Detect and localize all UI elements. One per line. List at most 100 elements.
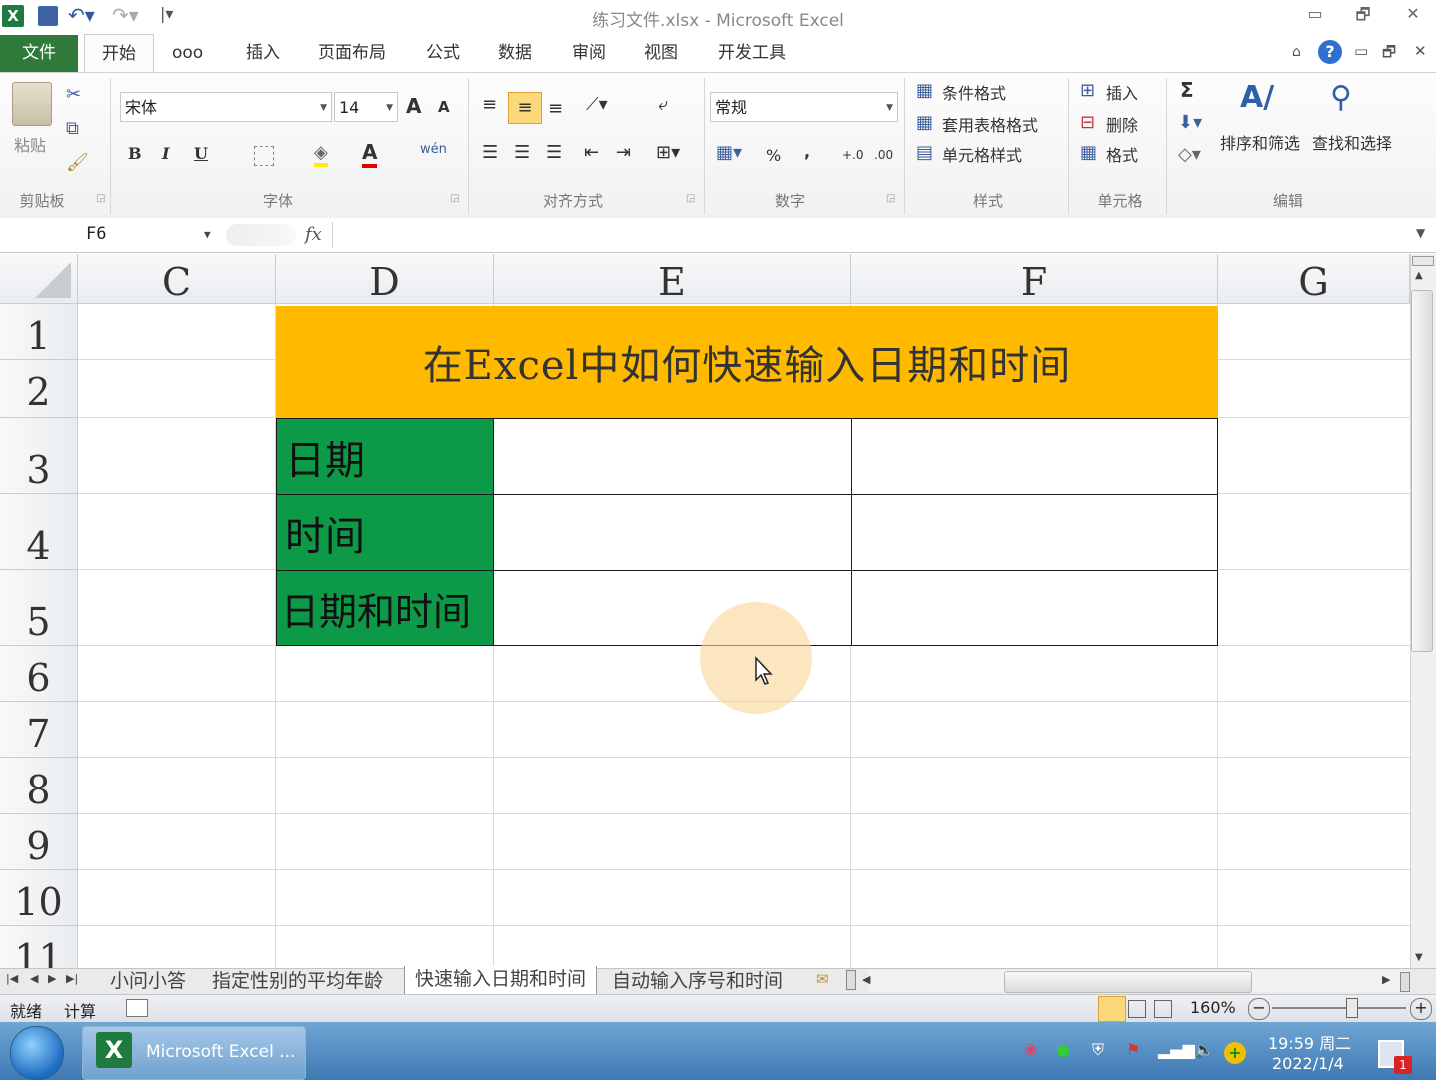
cell-e4[interactable] bbox=[493, 494, 852, 571]
align-center-icon[interactable]: ☰ bbox=[514, 142, 530, 163]
grow-font-button[interactable]: A bbox=[406, 94, 421, 118]
conditional-format-icon[interactable]: ▦ bbox=[916, 80, 933, 101]
comma-button[interactable]: , bbox=[804, 142, 810, 161]
row-header-6[interactable]: 6 bbox=[0, 646, 78, 702]
align-bottom-icon[interactable]: ≡ bbox=[548, 98, 563, 119]
row-header-10[interactable]: 10 bbox=[0, 870, 78, 926]
vertical-scroll-thumb[interactable] bbox=[1411, 290, 1433, 652]
align-middle-icon[interactable]: ≡ bbox=[508, 92, 542, 124]
prev-sheet-icon[interactable]: ◀ bbox=[30, 972, 38, 985]
network-icon[interactable]: ▂▄▆ bbox=[1158, 1040, 1195, 1059]
font-size-combo[interactable]: 14 ▼ bbox=[334, 92, 398, 122]
chevron-down-icon[interactable]: ▼ bbox=[204, 228, 211, 241]
row-header-7[interactable]: 7 bbox=[0, 702, 78, 758]
formula-input[interactable] bbox=[332, 222, 1413, 248]
column-header-c[interactable]: C bbox=[78, 254, 276, 304]
zoom-out-icon[interactable]: − bbox=[1248, 998, 1270, 1020]
sheet-tab[interactable]: 指定性别的平均年龄 bbox=[212, 968, 383, 994]
clipboard-launcher-icon[interactable]: ◲ bbox=[96, 193, 105, 204]
scroll-down-icon[interactable]: ▼ bbox=[1415, 952, 1423, 963]
time-label-cell[interactable]: 时间 bbox=[276, 494, 494, 571]
decrease-indent-icon[interactable]: ⇤ bbox=[584, 142, 599, 163]
clear-icon[interactable]: ◇▾ bbox=[1178, 144, 1201, 165]
font-name-combo[interactable]: 宋体 ▼ bbox=[120, 92, 332, 122]
new-sheet-icon[interactable]: ✉ bbox=[816, 970, 829, 988]
zoom-slider-thumb[interactable] bbox=[1346, 998, 1358, 1018]
sort-filter-icon[interactable]: A/ bbox=[1240, 80, 1274, 115]
percent-button[interactable]: % bbox=[766, 146, 781, 165]
fill-color-icon[interactable]: ◈ bbox=[314, 142, 328, 167]
last-sheet-icon[interactable]: ▶| bbox=[66, 972, 78, 985]
increase-indent-icon[interactable]: ⇥ bbox=[616, 142, 631, 163]
phonetic-button[interactable]: wén bbox=[420, 142, 447, 157]
tab-formulas[interactable]: 公式 bbox=[426, 34, 460, 72]
align-left-icon[interactable]: ☰ bbox=[482, 142, 498, 163]
decrease-decimal-button[interactable]: .00 bbox=[874, 148, 893, 162]
format-cells-icon[interactable]: ▦ bbox=[1080, 142, 1097, 163]
format-cells-button[interactable]: 格式 bbox=[1106, 142, 1138, 166]
sort-filter-button[interactable]: 排序和筛选 bbox=[1220, 130, 1300, 154]
minimize-button[interactable]: ▭ bbox=[1300, 4, 1330, 28]
row-header-1[interactable]: 1 bbox=[0, 304, 78, 360]
security-icon[interactable]: ⛨ bbox=[1092, 1040, 1104, 1060]
normal-view-icon[interactable] bbox=[1098, 996, 1126, 1022]
autosum-button[interactable]: Σ bbox=[1180, 78, 1194, 102]
font-launcher-icon[interactable]: ◲ bbox=[450, 193, 459, 204]
find-select-button[interactable]: 查找和选择 bbox=[1312, 130, 1392, 154]
clock-date[interactable]: 2022/1/4 bbox=[1272, 1054, 1344, 1073]
tab-split-icon[interactable] bbox=[846, 970, 856, 990]
restore-button[interactable]: 🗗 bbox=[1348, 4, 1378, 28]
alignment-launcher-icon[interactable]: ◲ bbox=[686, 193, 695, 204]
next-sheet-icon[interactable]: ▶ bbox=[48, 972, 56, 985]
name-box[interactable]: F6 ▼ bbox=[0, 222, 218, 250]
horizontal-scroll-thumb[interactable] bbox=[1004, 971, 1252, 993]
tab-file[interactable]: 文件 bbox=[0, 35, 78, 72]
sheet-tab[interactable]: 小问小答 bbox=[110, 968, 186, 994]
number-launcher-icon[interactable]: ◲ bbox=[886, 193, 895, 204]
text-orientation-icon[interactable]: ⟋▾ bbox=[586, 94, 608, 115]
sheet-tab-active[interactable]: 快速输入日期和时间 bbox=[404, 966, 598, 994]
cell-styles-button[interactable]: 单元格样式 bbox=[942, 142, 1022, 166]
paste-button-label[interactable]: 粘贴 bbox=[14, 132, 46, 156]
workbook-minimize-icon[interactable]: ▭ bbox=[1354, 42, 1368, 60]
number-format-combo[interactable]: 常规 ▼ bbox=[710, 92, 898, 122]
tab-home[interactable]: 开始 bbox=[84, 34, 154, 74]
start-button[interactable] bbox=[10, 1026, 64, 1080]
align-right-icon[interactable]: ☰ bbox=[546, 142, 562, 163]
sheet-tab[interactable]: 自动输入序号和时间 bbox=[612, 968, 783, 994]
italic-button[interactable]: I bbox=[162, 144, 169, 163]
zoom-in-icon[interactable]: + bbox=[1410, 998, 1432, 1020]
split-box-icon[interactable] bbox=[1412, 256, 1434, 266]
wechat-icon[interactable]: ● bbox=[1056, 1040, 1070, 1059]
row-header-4[interactable]: 4 bbox=[0, 494, 78, 570]
delete-cells-button[interactable]: 删除 bbox=[1106, 112, 1138, 136]
cell-styles-icon[interactable]: ▤ bbox=[916, 142, 933, 163]
tab-insert[interactable]: 插入 bbox=[246, 34, 280, 72]
table-format-icon[interactable]: ▦ bbox=[916, 112, 933, 133]
tab-ooo[interactable]: ooo bbox=[172, 34, 203, 72]
wrap-text-icon[interactable]: ⤶ bbox=[658, 94, 668, 115]
clock-time[interactable]: 19:59 周二 bbox=[1268, 1030, 1351, 1054]
status-calculate[interactable]: 计算 bbox=[64, 998, 96, 1022]
workbook-restore-icon[interactable]: 🗗 bbox=[1382, 42, 1396, 67]
format-painter-icon[interactable]: 🖌 bbox=[66, 152, 89, 173]
cut-icon[interactable]: ✂ bbox=[66, 84, 81, 105]
increase-decimal-button[interactable]: +.0 bbox=[842, 148, 864, 162]
volume-icon[interactable]: 🔈 bbox=[1194, 1040, 1214, 1059]
cell-f3[interactable] bbox=[851, 418, 1218, 495]
table-format-button[interactable]: 套用表格格式 bbox=[942, 112, 1038, 136]
accounting-format-icon[interactable]: ▦▾ bbox=[716, 142, 742, 163]
row-header-3[interactable]: 3 bbox=[0, 418, 78, 494]
page-break-view-icon[interactable] bbox=[1154, 1000, 1172, 1018]
tray-app-icon[interactable]: ❀ bbox=[1024, 1040, 1037, 1059]
workbook-close-icon[interactable]: ✕ bbox=[1414, 42, 1427, 60]
action-center-icon[interactable]: ⚑ bbox=[1126, 1040, 1140, 1059]
row-header-5[interactable]: 5 bbox=[0, 570, 78, 646]
copy-icon[interactable]: ⧉ bbox=[66, 118, 79, 139]
column-header-g[interactable]: G bbox=[1218, 254, 1410, 304]
find-select-icon[interactable]: ⚲ bbox=[1330, 80, 1352, 115]
column-header-f[interactable]: F bbox=[851, 254, 1218, 304]
delete-cells-icon[interactable]: ⊟ bbox=[1080, 112, 1095, 133]
tab-data[interactable]: 数据 bbox=[498, 34, 532, 72]
scroll-left-icon[interactable]: ◀ bbox=[862, 973, 870, 986]
